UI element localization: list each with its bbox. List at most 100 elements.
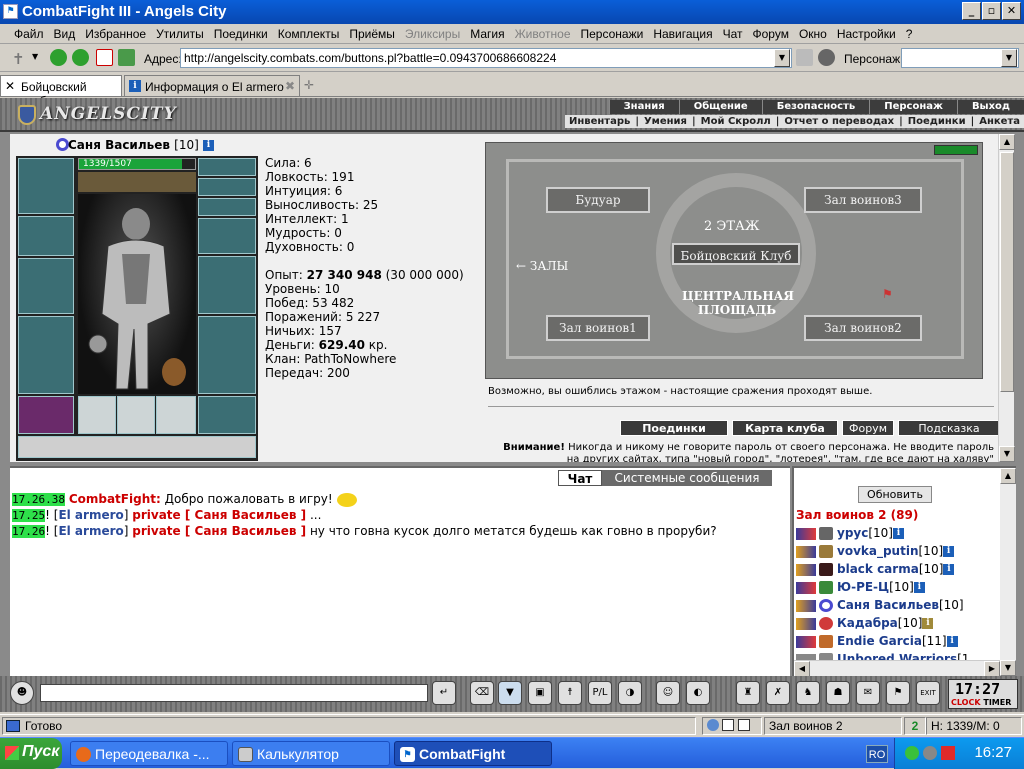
- boots-slot[interactable]: [198, 396, 256, 434]
- user-item[interactable]: black carma[10] i: [796, 562, 955, 576]
- sender[interactable]: El armero: [58, 508, 123, 522]
- mask-icon[interactable]: ☗: [826, 681, 850, 705]
- club-map-button[interactable]: Карта клуба: [732, 420, 838, 436]
- menu-chat[interactable]: Чат: [718, 24, 748, 41]
- nav-security[interactable]: Безопасность: [761, 100, 870, 114]
- antivirus-icon[interactable]: [941, 746, 955, 760]
- close-button[interactable]: ✕: [1002, 2, 1021, 20]
- user-item[interactable]: урус[10] i: [796, 526, 904, 540]
- close-tab-icon[interactable]: ✖: [285, 79, 295, 93]
- nav-inventory[interactable]: Инвентарь: [565, 115, 634, 128]
- info-icon[interactable]: i: [922, 618, 934, 629]
- volume-icon[interactable]: [923, 746, 937, 760]
- scroll-left-icon[interactable]: ◀: [794, 661, 810, 677]
- shield-slot[interactable]: [198, 256, 256, 314]
- menu-help[interactable]: ?: [901, 24, 918, 41]
- helmet-slot[interactable]: [18, 158, 74, 214]
- private-msg-icon[interactable]: [796, 545, 816, 558]
- dropdown-arrow-icon[interactable]: ▼: [32, 52, 38, 61]
- maximize-button[interactable]: ▫: [982, 2, 1001, 20]
- gift-icon[interactable]: ✉: [856, 681, 880, 705]
- game-clock[interactable]: 17:27 CLOCK TIMER: [948, 679, 1018, 709]
- info-icon[interactable]: i: [913, 582, 925, 593]
- persona-dropdown[interactable]: ▼: [1001, 49, 1017, 67]
- user-item[interactable]: Unbored Warriors[1: [796, 652, 969, 660]
- filter-icon[interactable]: ▼: [498, 681, 522, 705]
- start-button[interactable]: Пуск: [0, 738, 62, 769]
- pouch-icon[interactable]: ♜: [736, 681, 760, 705]
- menu-navigation[interactable]: Навигация: [648, 24, 717, 41]
- refresh-icon[interactable]: [118, 49, 135, 66]
- belt-slot[interactable]: [18, 396, 74, 434]
- smiley-icon[interactable]: ☺: [656, 681, 680, 705]
- wave-icon[interactable]: ◑: [618, 681, 642, 705]
- new-tab-icon[interactable]: ✛: [304, 78, 314, 92]
- menu-forum[interactable]: Форум: [748, 24, 794, 41]
- rune-slot[interactable]: [78, 396, 116, 434]
- scroll-up-icon[interactable]: ▲: [1000, 468, 1016, 484]
- gloves-slot[interactable]: [198, 218, 256, 254]
- user-item[interactable]: Ю-РЕ-Ц[10] i: [796, 580, 925, 594]
- helmet-icon[interactable]: ◐: [686, 681, 710, 705]
- rune-slot[interactable]: [156, 396, 196, 434]
- menu-view[interactable]: Вид: [49, 24, 81, 41]
- menu-characters[interactable]: Персонажи: [576, 24, 649, 41]
- character-avatar[interactable]: [78, 194, 196, 394]
- private-msg-icon[interactable]: [796, 617, 816, 630]
- menu-settings[interactable]: Настройки: [832, 24, 901, 41]
- go-icon[interactable]: [796, 49, 813, 66]
- room-boudoir[interactable]: Будуар: [546, 187, 650, 213]
- nav-skills[interactable]: Умения: [640, 115, 691, 128]
- bracers-slot[interactable]: [18, 216, 74, 256]
- menu-techniques[interactable]: Приёмы: [344, 24, 400, 41]
- room-warriors2[interactable]: Зал воинов2: [804, 315, 922, 341]
- nav-my-scroll[interactable]: Мой Скролл: [697, 115, 775, 128]
- battles-button[interactable]: Поединки: [620, 420, 728, 436]
- address-input[interactable]: http://angelscity.combats.com/buttons.pl…: [180, 48, 792, 68]
- scrolls-row[interactable]: [18, 436, 256, 458]
- nav-character[interactable]: Персонаж: [869, 100, 957, 114]
- users-hscrollbar[interactable]: ◀ ▶: [794, 660, 1000, 677]
- private-recipient[interactable]: private [ Саня Васильев ]: [132, 524, 306, 538]
- info-icon[interactable]: i: [202, 140, 214, 151]
- save-icon[interactable]: ▣: [528, 681, 552, 705]
- pin-icon[interactable]: ✝: [12, 50, 25, 68]
- tray-clock[interactable]: 16:27: [974, 744, 1012, 761]
- back-icon[interactable]: [50, 49, 67, 66]
- scroll-up-icon[interactable]: ▲: [999, 134, 1015, 150]
- exit-icon[interactable]: EXIT: [916, 681, 940, 705]
- room-warriors1[interactable]: Зал воинов1: [546, 315, 650, 341]
- info-icon[interactable]: i: [943, 546, 955, 557]
- nav-transfer-report[interactable]: Отчет о переводах: [780, 115, 898, 128]
- refresh-button[interactable]: Обновить: [858, 486, 932, 503]
- menu-magic[interactable]: Магия: [465, 24, 509, 41]
- tab-fight-club[interactable]: ✕ Бойцовский клуб: [0, 75, 122, 108]
- armor-slot[interactable]: [18, 316, 74, 394]
- menu-battles[interactable]: Поединки: [209, 24, 273, 41]
- main-scrollbar[interactable]: ▲ ▼: [998, 134, 1015, 462]
- private-msg-icon[interactable]: [796, 599, 816, 612]
- private-msg-icon[interactable]: [796, 635, 816, 648]
- nav-knowledge[interactable]: Знания: [608, 100, 679, 114]
- tab-system-messages[interactable]: Системные сообщения: [602, 470, 772, 486]
- language-indicator[interactable]: RO: [866, 745, 888, 763]
- address-dropdown[interactable]: ▼: [774, 49, 790, 67]
- task-firefox[interactable]: Переодевалка -...: [70, 741, 228, 766]
- user-item[interactable]: Кадабра[10] i: [796, 616, 934, 630]
- users-scrollbar[interactable]: ▲ ▼: [1000, 468, 1016, 678]
- sender[interactable]: CombatFight:: [69, 492, 161, 506]
- private-msg-icon[interactable]: [796, 527, 816, 540]
- menu-favorites[interactable]: Избранное: [80, 24, 151, 41]
- private-recipient[interactable]: private [ Саня Васильев ]: [132, 508, 306, 522]
- nav-exit[interactable]: Выход: [956, 100, 1024, 114]
- task-combatfight[interactable]: ⚑ CombatFight: [394, 741, 552, 766]
- nav-profile[interactable]: Анкета: [975, 115, 1024, 128]
- nav-communication[interactable]: Общение: [678, 100, 762, 114]
- user-item[interactable]: vovka_putin[10] i: [796, 544, 955, 558]
- room-warriors3[interactable]: Зал воинов3: [804, 187, 922, 213]
- menu-sets[interactable]: Комплекты: [273, 24, 345, 41]
- translit-icon[interactable]: P/L: [588, 681, 612, 705]
- room-fight-club[interactable]: Бойцовский Клуб: [672, 243, 800, 265]
- stop-icon[interactable]: [96, 49, 113, 66]
- user-item[interactable]: Endie Garcia[11] i: [796, 634, 958, 648]
